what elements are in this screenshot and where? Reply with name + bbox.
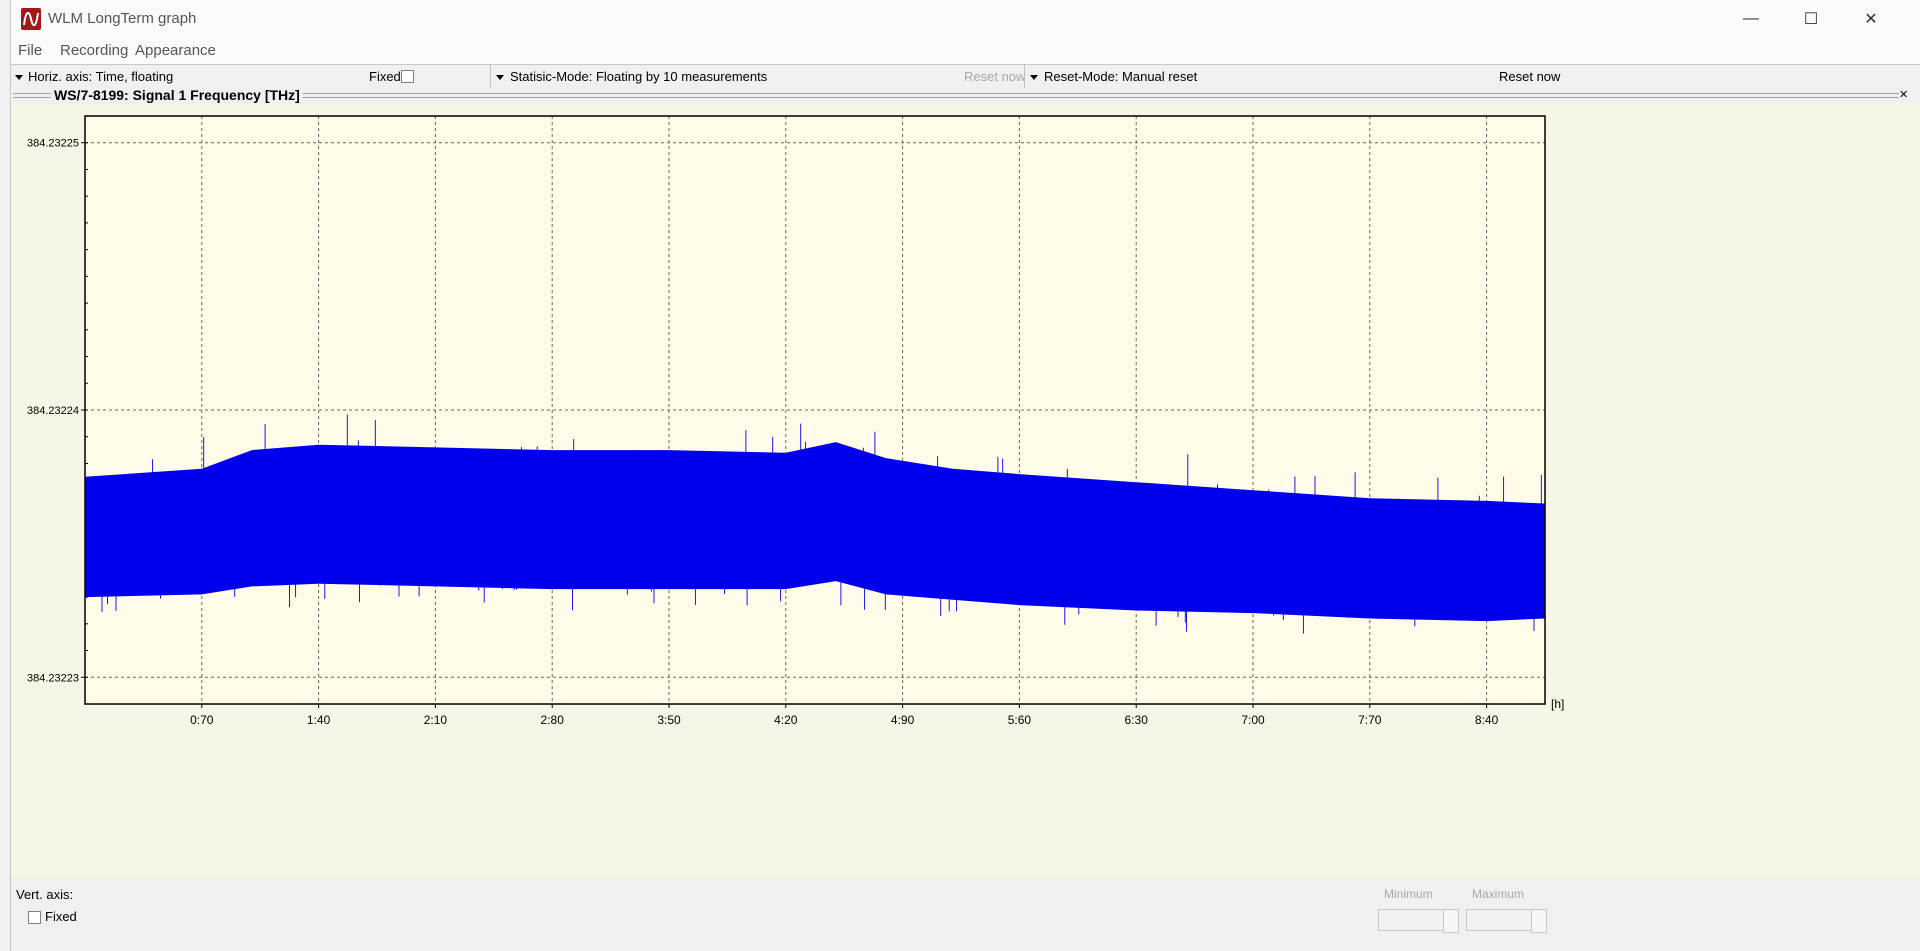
toolbar-divider [490, 65, 491, 89]
x-tick-label: 4:20 [774, 713, 798, 727]
vert-axis-label: Vert. axis: [16, 887, 74, 902]
vert-fixed-label: Fixed [45, 909, 77, 924]
graph-area: 0:70 1:40 2:10 2:80 3:50 4:20 4:90 5:60 6:30 7:00… [11, 104, 1920, 879]
close-icon: ✕ [1864, 11, 1878, 28]
x-tick-label: 0:70 [190, 713, 214, 727]
maximum-spinner[interactable] [1531, 909, 1547, 933]
maximize-icon: ☐ [1803, 11, 1819, 28]
x-tick-label: 2:80 [541, 713, 565, 727]
graph-close-icon[interactable]: ✕ [1899, 88, 1909, 101]
x-tick-label: 6:30 [1125, 713, 1149, 727]
window-title: WLM LongTerm graph [48, 10, 197, 27]
horiz-fixed-checkbox[interactable] [401, 70, 414, 83]
maximize-button[interactable]: ☐ [1781, 0, 1841, 38]
minimum-spinner[interactable] [1443, 909, 1459, 933]
minimum-label: Minimum [1384, 887, 1433, 901]
reset-mode-label[interactable]: Reset-Mode: Manual reset [1044, 69, 1197, 84]
horiz-axis-label[interactable]: Horiz. axis: Time, floating [28, 69, 173, 84]
app-logo-icon [21, 8, 41, 30]
frequency-chart[interactable]: 0:70 1:40 2:10 2:80 3:50 4:20 4:90 5:60 6:30 7:00… [11, 104, 1920, 879]
y-tick-label: 384.23223 [27, 672, 79, 684]
x-tick-label: 3:50 [657, 713, 681, 727]
y-tick-label: 384.23224 [27, 405, 79, 417]
maximum-label: Maximum [1472, 887, 1525, 901]
menu-file[interactable]: File [18, 42, 42, 59]
y-tick-label: 384.23225 [27, 138, 79, 150]
title-bar[interactable]: WLM LongTerm graph — ☐ ✕ [11, 0, 1920, 38]
statistic-mode-dropdown-icon[interactable] [496, 75, 504, 80]
x-tick-label: 7:00 [1241, 713, 1265, 727]
menu-recording[interactable]: Recording [60, 42, 128, 59]
toolbar-divider [1024, 65, 1025, 89]
x-tick-label: 8:40 [1475, 713, 1499, 727]
x-tick-label: 2:10 [424, 713, 448, 727]
menu-appearance[interactable]: Appearance [135, 42, 216, 59]
x-tick-label: 7:70 [1358, 713, 1382, 727]
minimize-icon: — [1743, 10, 1759, 27]
x-axis-unit-label: [h] [1551, 697, 1564, 711]
horiz-axis-dropdown-icon[interactable] [15, 75, 23, 80]
reset-mode-dropdown-icon[interactable] [1030, 75, 1038, 80]
close-button[interactable]: ✕ [1841, 0, 1901, 38]
x-tick-label: 5:60 [1008, 713, 1032, 727]
menu-bar: File Recording Appearance [11, 38, 1920, 64]
vertical-axis-panel: Vert. axis: Fixed Minimum Maximum [11, 879, 1920, 951]
x-tick-label: 4:90 [891, 713, 915, 727]
longterm-graph-window: WLM LongTerm graph — ☐ ✕ File Recording … [10, 0, 1920, 951]
x-tick-label: 1:40 [307, 713, 331, 727]
graph-header: WS/7-8199: Signal 1 Frequency [THz] ✕ [11, 87, 1920, 104]
vert-fixed-checkbox[interactable] [28, 911, 41, 924]
fixed-label: Fixed [369, 69, 401, 84]
graph-title: WS/7-8199: Signal 1 Frequency [THz] [51, 87, 303, 103]
reset-now-button[interactable]: Reset now [1499, 69, 1560, 84]
minimize-button[interactable]: — [1721, 0, 1781, 38]
reset-now-disabled-button[interactable]: Reset now [964, 69, 1025, 84]
statistic-mode-label[interactable]: Statisic-Mode: Floating by 10 measuremen… [510, 69, 767, 84]
